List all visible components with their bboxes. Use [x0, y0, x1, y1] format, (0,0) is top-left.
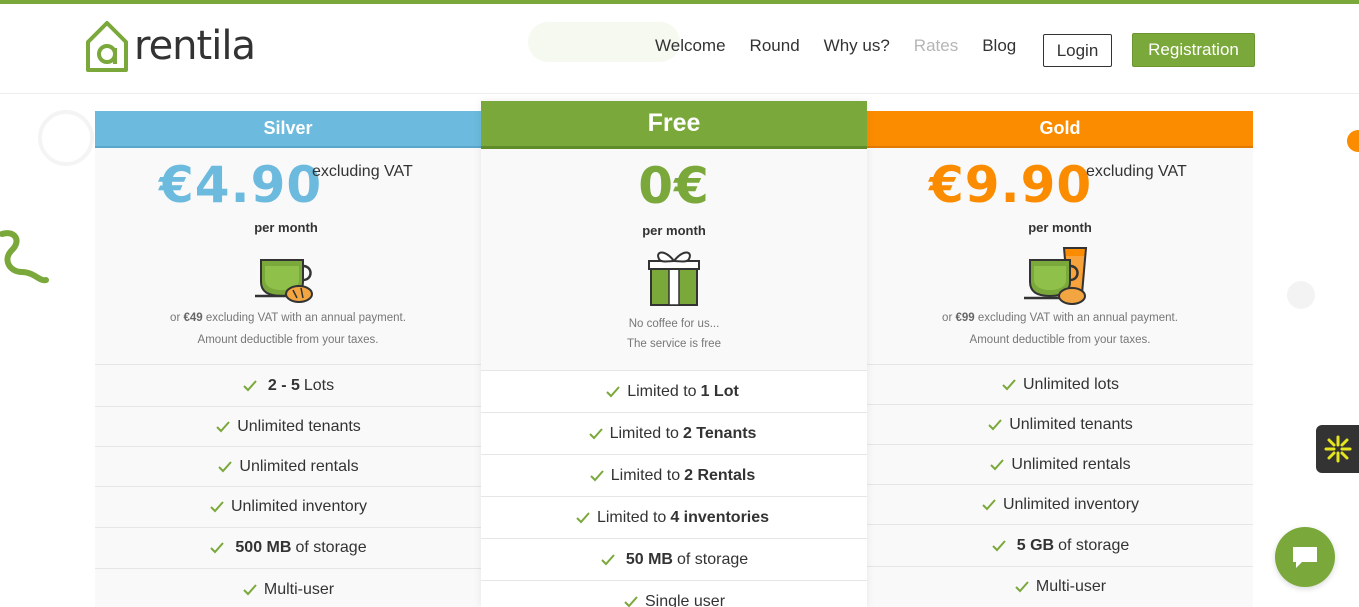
plan-price: €4.90 — [159, 156, 323, 214]
coffee-and-juice-icon — [1024, 242, 1096, 311]
nav-why-us[interactable]: Why us? — [824, 36, 890, 56]
check-icon — [623, 594, 639, 607]
plan-price-area: €9.90 excluding VAT per month or €99 exc… — [867, 148, 1253, 364]
list-item: 50 MB of storage — [481, 538, 867, 580]
feature-list: 2 - 5 Lots Unlimited tenants Unlimited re… — [95, 364, 481, 607]
check-icon — [1014, 579, 1030, 595]
annual-note: or €49 excluding VAT with an annual paym… — [170, 312, 406, 324]
check-icon — [987, 417, 1003, 433]
chat-button[interactable] — [1275, 527, 1335, 587]
plan-name: Silver — [95, 111, 481, 148]
tax-note: Amount deductible from your taxes. — [197, 334, 379, 346]
check-icon — [217, 459, 233, 475]
plan-price: 0€ — [638, 157, 710, 215]
list-item: Limited to 4 inventories — [481, 496, 867, 538]
decorative-squiggle-icon — [0, 230, 49, 284]
vat-label: excluding VAT — [312, 163, 413, 180]
house-logo-icon — [86, 21, 128, 72]
site-header: rentila Welcome Round Why us? Rates Blog… — [0, 4, 1359, 94]
list-item: Unlimited inventory — [95, 486, 481, 527]
sparkle-icon — [1324, 435, 1351, 463]
nav-blog[interactable]: Blog — [982, 36, 1016, 56]
check-icon — [589, 468, 605, 484]
list-item: Limited to 1 Lot — [481, 370, 867, 412]
gift-icon — [647, 245, 701, 314]
vat-label: excluding VAT — [1086, 163, 1187, 180]
decorative-circle — [1347, 130, 1359, 152]
feature-list: Limited to 1 Lot Limited to 2 Tenants Limi… — [481, 370, 867, 607]
check-icon — [605, 384, 621, 400]
check-icon — [600, 552, 616, 568]
check-icon — [242, 378, 258, 394]
period-label: per month — [1028, 220, 1092, 235]
check-icon — [242, 582, 258, 598]
plan-name: Gold — [867, 111, 1253, 148]
plan-card-gold: Gold €9.90 excluding VAT per month or €9… — [867, 111, 1253, 607]
nav-round[interactable]: Round — [750, 36, 800, 56]
coffee-cup-icon — [253, 252, 323, 309]
plan-price: €9.90 — [929, 156, 1093, 214]
list-item: Limited to 2 Rentals — [481, 454, 867, 496]
login-button[interactable]: Login — [1043, 34, 1112, 67]
check-icon — [588, 426, 604, 442]
site-logo[interactable]: rentila — [84, 18, 256, 74]
list-item: 2 - 5 Lots — [95, 364, 481, 406]
check-icon — [209, 540, 225, 556]
period-label: per month — [642, 223, 706, 238]
nav-welcome[interactable]: Welcome — [655, 36, 726, 56]
check-icon — [209, 499, 225, 515]
list-item: Multi-user — [95, 568, 481, 607]
list-item: 500 MB of storage — [95, 527, 481, 568]
list-item: Unlimited lots — [867, 364, 1253, 404]
list-item: Multi-user — [867, 566, 1253, 606]
check-icon — [981, 497, 997, 513]
tax-note: Amount deductible from your taxes. — [969, 334, 1151, 346]
list-item: Unlimited rentals — [867, 444, 1253, 484]
list-item: Unlimited tenants — [867, 404, 1253, 444]
nav-rates[interactable]: Rates — [914, 36, 958, 56]
check-icon — [215, 419, 231, 435]
chat-bubble-icon — [1293, 547, 1317, 568]
check-icon — [1001, 377, 1017, 393]
main-nav: Welcome Round Why us? Rates Blog — [655, 36, 1040, 56]
annual-note: or €99 excluding VAT with an annual paym… — [942, 312, 1178, 324]
list-item: Limited to 2 Tenants — [481, 412, 867, 454]
registration-button[interactable]: Registration — [1132, 33, 1255, 67]
list-item: Unlimited rentals — [95, 446, 481, 486]
check-icon — [989, 457, 1005, 473]
free-note-service: The service is free — [627, 338, 721, 350]
free-note: No coffee for us... — [628, 318, 720, 330]
period-label: per month — [254, 220, 318, 235]
list-item: Single user — [481, 580, 867, 607]
feature-list: Unlimited lots Unlimited tenants Unlimit… — [867, 364, 1253, 606]
decorative-search-icon — [38, 110, 94, 166]
list-item: Unlimited tenants — [95, 406, 481, 446]
list-item: 5 GB of storage — [867, 524, 1253, 566]
plan-card-free: Free 0€ per month No coffee for us... Th… — [481, 101, 867, 607]
decorative-circle — [1287, 281, 1315, 309]
list-item: Unlimited inventory — [867, 484, 1253, 524]
brand-name: rentila — [134, 23, 256, 69]
plan-price-area: 0€ per month No coffee for us... The ser… — [481, 149, 867, 370]
plan-card-silver: Silver €4.90 excluding VAT per month or … — [95, 111, 481, 607]
accessibility-widget-button[interactable] — [1316, 425, 1359, 473]
plan-price-area: €4.90 excluding VAT per month or €49 exc… — [95, 148, 481, 364]
plan-name: Free — [481, 101, 867, 149]
check-icon — [575, 510, 591, 526]
check-icon — [991, 538, 1007, 554]
